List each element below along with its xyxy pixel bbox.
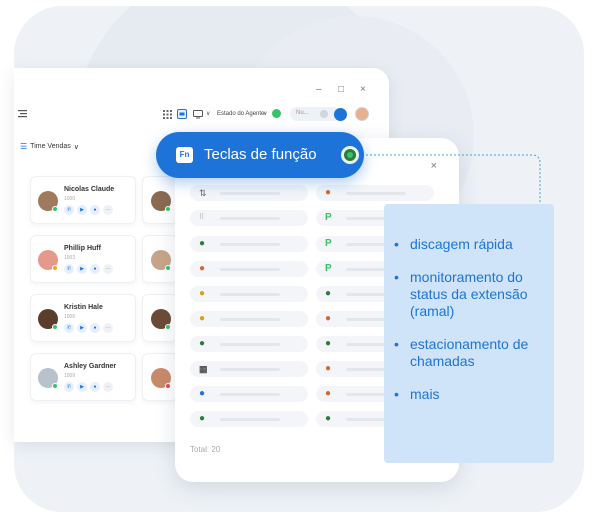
fn-key-icon: Fn: [176, 147, 193, 163]
bullet-icon: •: [394, 336, 399, 352]
feature-item: • estacionamento de chamadas: [394, 336, 529, 369]
feature-item: • discagem rápida: [394, 236, 513, 252]
function-keys-tooltip: Fn Teclas de função: [156, 132, 364, 178]
tooltip-title: Teclas de função: [204, 146, 317, 163]
bullet-icon: •: [394, 236, 399, 252]
feature-list-box: • discagem rápida • monitoramento do statu…: [384, 204, 554, 463]
feature-item: • monitoramento do status da extensão (ra…: [394, 269, 528, 319]
feature-item: • mais: [394, 386, 440, 402]
feature-list: • discagem rápida • monitoramento do statu…: [394, 236, 548, 419]
bullet-icon: •: [394, 269, 399, 285]
bullet-icon: •: [394, 386, 399, 402]
status-dot-icon: [341, 146, 359, 164]
